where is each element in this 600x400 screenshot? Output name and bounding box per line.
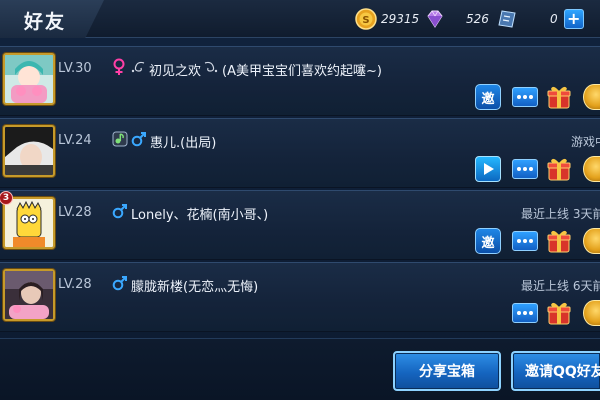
friend-row[interactable]: LV.24 惠儿.(出局) 游戏中 [0,118,600,188]
ellipsis-icon [517,239,533,243]
chat-button[interactable] [512,159,538,179]
friend-level: LV.28 [58,277,92,292]
bottom-bar: 分享宝箱 邀请QQ好友 [0,338,600,400]
invite-button[interactable]: 邀 [475,228,501,254]
top-bar: 好友 S 29315 526 0 + [0,0,600,38]
watch-game-button[interactable] [475,156,501,182]
chat-button[interactable] [512,87,538,107]
friend-actions: 邀 [475,228,600,254]
ticket-icon [496,8,518,30]
friend-status: 最近上线 6天前 [521,279,600,293]
female-icon [112,58,126,80]
gift-button[interactable] [546,156,572,182]
friend-row[interactable]: LV.30 初见之欢 (A美甲宝宝们喜欢约起噻~) 邀 [0,46,600,116]
friend-actions: 邀 [475,84,600,110]
qq-music-icon [112,131,128,151]
avatar[interactable] [3,269,55,321]
friend-list[interactable]: LV.30 初见之欢 (A美甲宝宝们喜欢约起噻~) 邀 LV.24 惠儿.(出局… [0,40,600,336]
diamond-value: 526 [466,12,489,26]
diamond-counter: 526 [424,8,489,30]
friend-actions [475,300,600,326]
ellipsis-icon [517,167,533,171]
chat-button[interactable] [512,303,538,323]
gift-icon [547,158,571,181]
friend-row[interactable]: 3 LV.28 Lonely、花楠(南小哥、) 最近上线 3天前 邀 [0,190,600,260]
friend-name-line: 初见之欢 (A美甲宝宝们喜欢约起噻~) [112,58,382,80]
gold-counter: S 29315 [355,8,419,30]
male-icon [112,275,128,295]
invite-label: 邀 [481,235,495,251]
friend-name-line: Lonely、花楠(南小哥、) [112,203,268,223]
invite-label: 邀 [481,91,495,107]
male-icon [131,131,147,151]
gift-icon [547,302,571,325]
gold-coin-icon: S [355,8,377,30]
friend-level: LV.24 [58,133,92,148]
flourish-icon [203,59,219,79]
friend-row[interactable]: LV.28 朦胧新楼(无恋灬无悔) 最近上线 6天前 [0,262,600,332]
invite-button[interactable]: 邀 [475,84,501,110]
avatar[interactable] [3,125,55,177]
friend-level: LV.28 [58,205,92,220]
friend-status: 游戏中 [571,135,600,149]
gift-button[interactable] [546,84,572,110]
more-coin-button[interactable] [583,156,600,182]
diamond-icon [424,8,446,30]
chat-button[interactable] [512,231,538,251]
ellipsis-icon [517,311,533,315]
play-icon [484,163,494,175]
friend-actions [475,156,600,182]
gift-button[interactable] [546,228,572,254]
ticket-value: 0 [550,12,558,26]
more-coin-button[interactable] [583,84,600,110]
ticket-counter: 0 + [496,8,584,30]
friend-signature: (A美甲宝宝们喜欢约起噻~) [222,63,382,79]
gold-value: 29315 [381,12,420,26]
page-title: 好友 [24,11,67,33]
more-coin-button[interactable] [583,228,600,254]
friend-level: LV.30 [58,61,92,76]
ellipsis-icon [517,95,533,99]
friend-name: 初见之欢 [149,63,202,79]
friend-name-line: 惠儿.(出局) [112,131,216,151]
add-currency-button[interactable]: + [563,9,584,29]
friend-name: 惠儿.(出局) [150,135,217,151]
share-chest-button[interactable]: 分享宝箱 [393,351,501,391]
friend-name-line: 朦胧新楼(无恋灬无悔) [112,275,258,295]
more-coin-button[interactable] [583,300,600,326]
friend-status: 最近上线 3天前 [521,207,600,221]
male-icon [112,203,128,223]
gift-button[interactable] [546,300,572,326]
avatar[interactable] [3,197,55,249]
invite-qq-friends-label: 邀请QQ好友 [525,364,600,380]
friend-name: Lonely、花楠(南小哥、) [131,207,269,223]
share-chest-label: 分享宝箱 [419,364,475,380]
invite-qq-friends-button[interactable]: 邀请QQ好友 [511,351,600,391]
svg-text:S: S [362,15,369,26]
friend-name: 朦胧新楼(无恋灬无悔) [131,279,259,295]
gift-icon [547,230,571,253]
avatar[interactable] [3,53,55,105]
flourish-icon [130,59,146,79]
gift-icon [547,86,571,109]
